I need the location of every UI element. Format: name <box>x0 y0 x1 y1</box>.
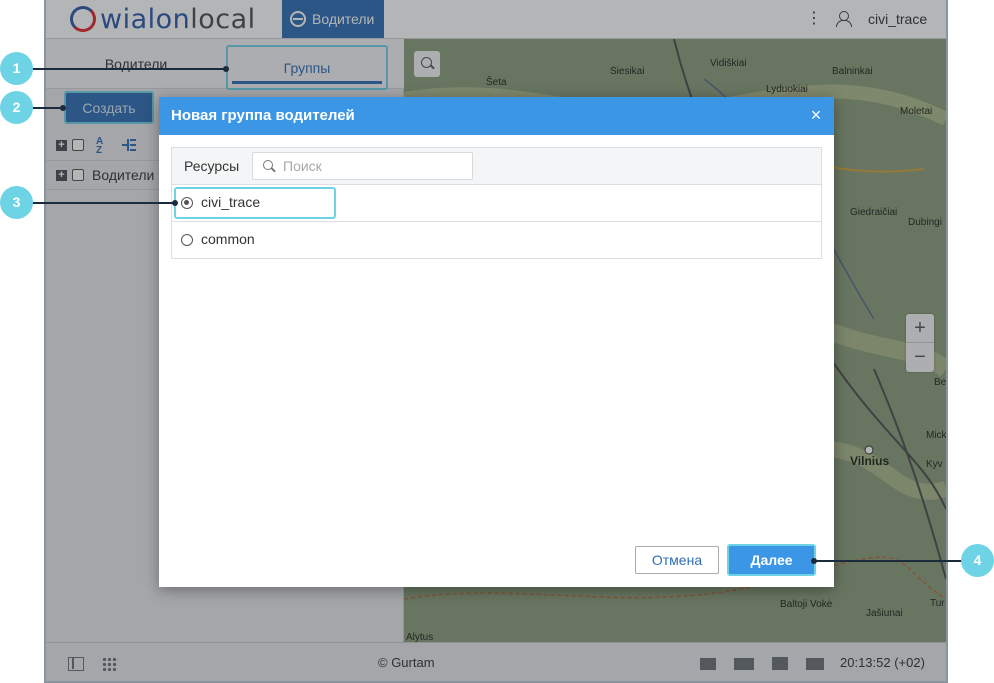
resources-list: Ресурсы civi_trace common <box>171 147 822 259</box>
callout-leader-dot <box>172 200 178 206</box>
search-field[interactable] <box>252 152 473 180</box>
resources-header: Ресурсы <box>172 148 821 185</box>
callout-leader <box>32 202 176 204</box>
callout-leader <box>32 68 228 70</box>
resource-name: civi_trace <box>201 194 261 210</box>
cancel-button[interactable]: Отмена <box>635 546 719 574</box>
new-driver-group-dialog: Новая группа водителей × Ресурсы civi_tr… <box>159 97 834 587</box>
dialog-title: Новая группа водителей <box>171 107 355 124</box>
search-icon <box>263 160 275 172</box>
resource-radio[interactable] <box>181 234 193 246</box>
callout-badge: 3 <box>0 186 33 219</box>
resource-row[interactable]: common <box>172 222 821 259</box>
callout-leader <box>813 560 963 562</box>
resource-row[interactable]: civi_trace <box>172 185 821 222</box>
callout-badge: 4 <box>961 544 994 577</box>
callout-leader-dot <box>60 105 66 111</box>
callout-badge: 1 <box>0 52 33 85</box>
callout-leader-dot <box>223 66 229 72</box>
resource-name: common <box>201 231 255 247</box>
search-input[interactable] <box>283 157 468 175</box>
close-icon[interactable]: × <box>807 105 825 125</box>
resources-label: Ресурсы <box>184 158 240 174</box>
callout-leader-dot <box>811 558 817 564</box>
resource-radio-selected[interactable] <box>181 197 193 209</box>
dialog-header: Новая группа водителей × <box>159 97 834 135</box>
next-button[interactable]: Далее <box>727 544 816 576</box>
callout-badge: 2 <box>0 91 33 124</box>
